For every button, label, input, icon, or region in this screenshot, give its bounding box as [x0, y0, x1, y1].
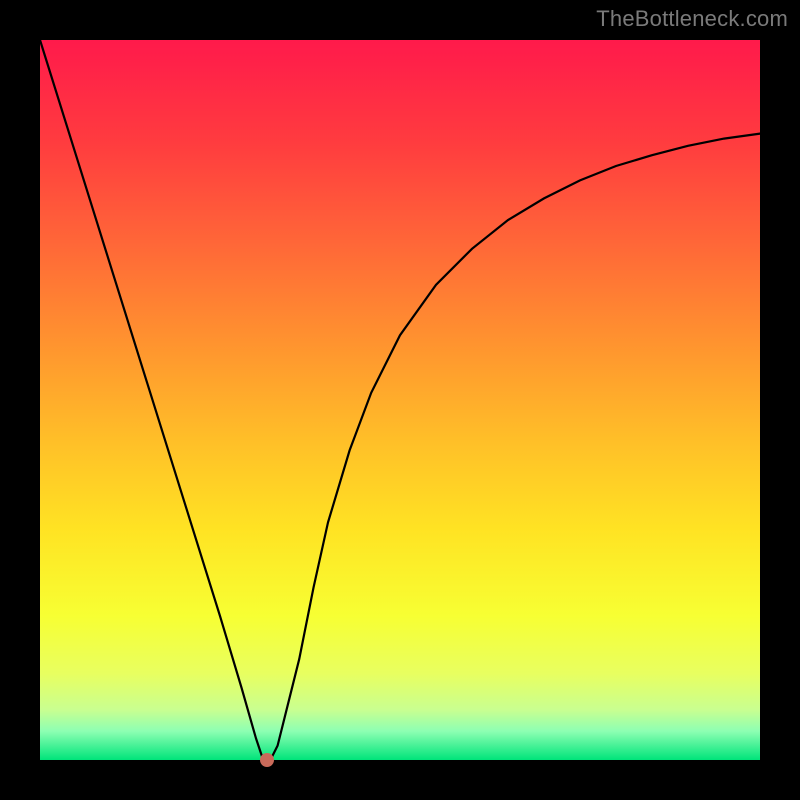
chart-container: TheBottleneck.com: [0, 0, 800, 800]
curve-layer: [40, 40, 760, 760]
plot-area: [40, 40, 760, 760]
bottleneck-curve: [40, 40, 760, 760]
optimum-marker: [260, 753, 274, 767]
watermark-text: TheBottleneck.com: [596, 6, 788, 32]
